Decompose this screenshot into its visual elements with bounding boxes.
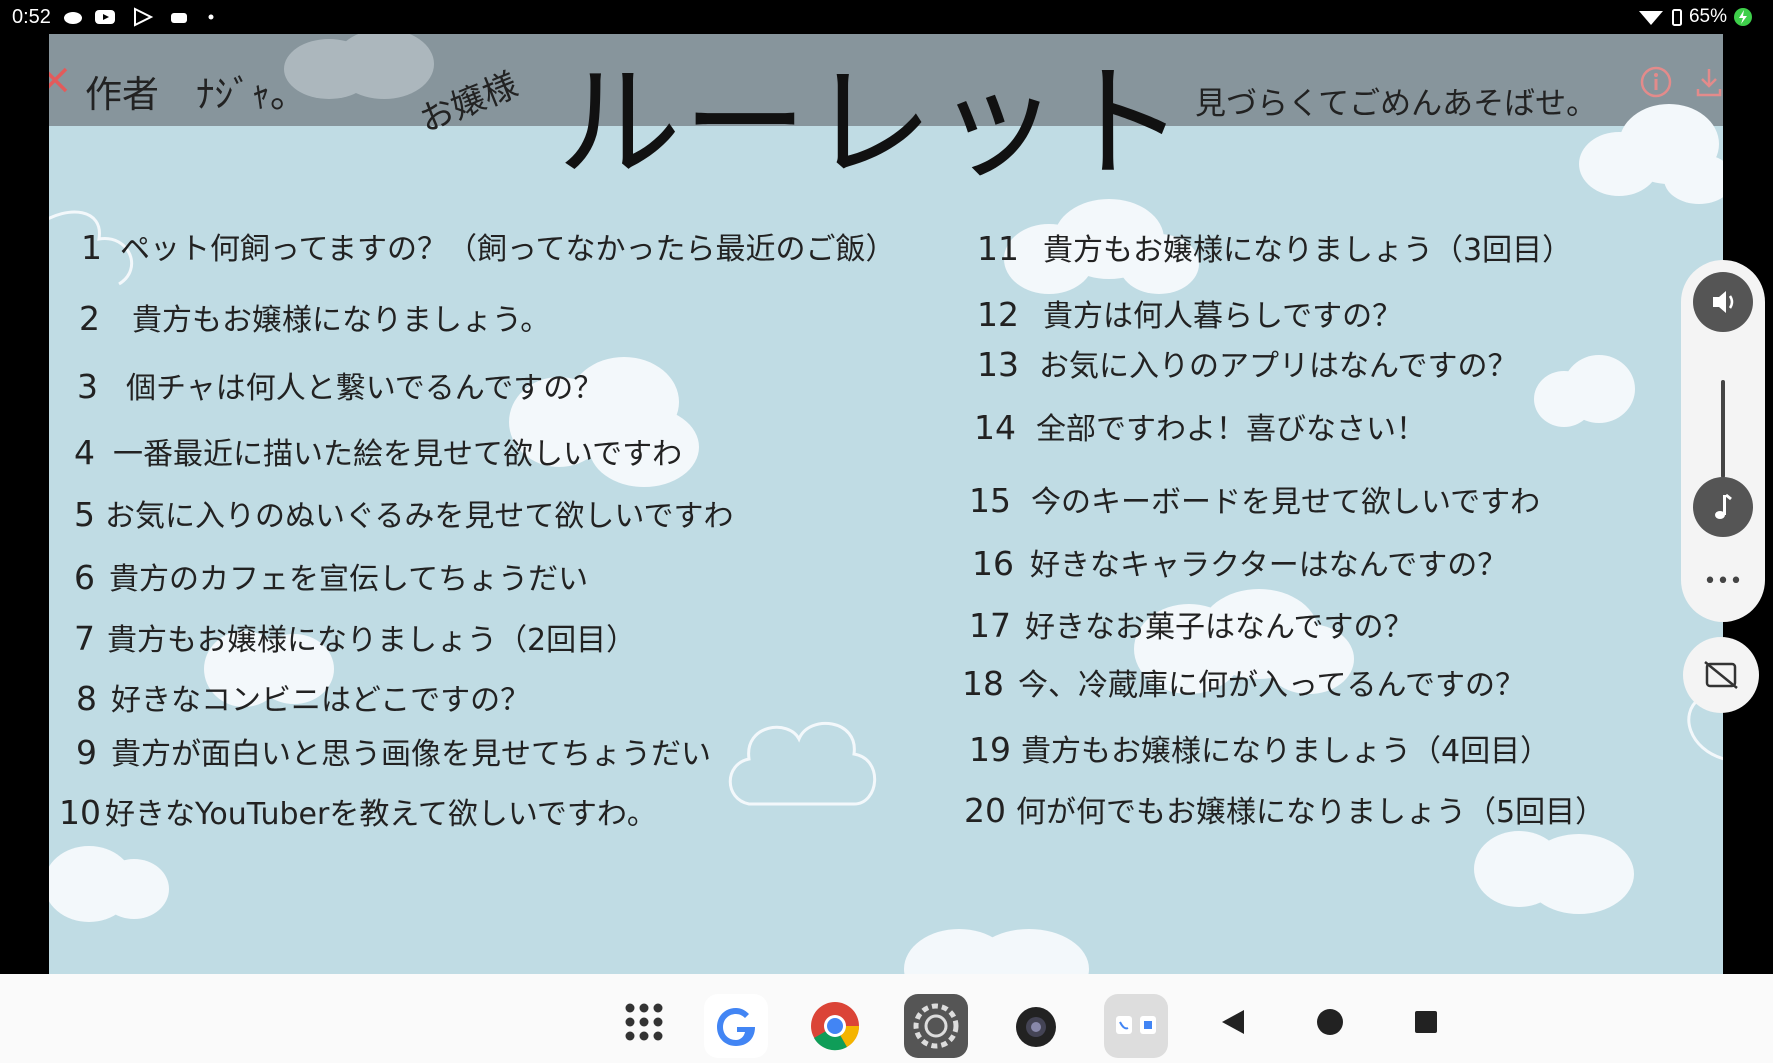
question-item: 5 お気に入りのぬいぐるみを見せて欲しいですわ xyxy=(74,495,734,534)
settings-app[interactable] xyxy=(904,994,968,1058)
close-button[interactable] xyxy=(49,64,73,100)
media-side-panel: ••• xyxy=(1681,260,1765,622)
home-icon[interactable] xyxy=(1316,1008,1344,1036)
question-item: 15 今のキーボードを見せて欲しいですわ xyxy=(969,481,1541,520)
dot-icon xyxy=(208,14,214,20)
charging-icon xyxy=(1734,8,1752,26)
cloud-decoration xyxy=(1474,831,1634,914)
play-store-icon xyxy=(134,7,154,27)
cloud-decoration xyxy=(904,929,1089,974)
cloud-decoration xyxy=(1534,355,1635,427)
settings-icon xyxy=(913,1003,959,1049)
youtube-icon xyxy=(95,10,115,24)
question-item: 6 貴方のカフェを宣伝してちょうだい xyxy=(74,558,589,597)
question-item: 9 貴方が面白いと思う画像を見せてちょうだい xyxy=(76,733,711,772)
question-item: 3 個チャは何人と繋いでるんですの？ xyxy=(77,367,604,406)
caption-off-icon xyxy=(1704,661,1738,689)
volume-icon xyxy=(1713,291,1734,313)
cloud-icon xyxy=(64,12,82,24)
caption-toggle-button[interactable] xyxy=(1683,637,1759,713)
cloud-decoration xyxy=(1579,104,1723,204)
camera-app[interactable] xyxy=(1004,994,1068,1058)
phone-app[interactable] xyxy=(1104,994,1168,1058)
question-item: 17 好きなお菓子はなんですの？ xyxy=(969,606,1414,645)
question-item: 2 貴方もお嬢様になりましょう。 xyxy=(79,299,551,338)
question-item: 10 好きなYouTuberを教えて欲しいですわ。 xyxy=(59,793,657,832)
roulette-image: 作者 ﾅｼﾞｬ。 お嬢様 ルーレット 見づらくてごめんあそばせ。 1 ペット何飼っ… xyxy=(49,34,1723,974)
question-item: 12 貴方は何人暮らしですの？ xyxy=(977,295,1403,334)
google-app[interactable] xyxy=(704,994,768,1058)
music-button[interactable] xyxy=(1693,477,1753,537)
chrome-app[interactable] xyxy=(803,994,867,1058)
phone-app-icon xyxy=(1116,1016,1156,1034)
wifi-icon xyxy=(1638,11,1663,25)
question-item: 16 好きなキャラクターはなんですの？ xyxy=(972,544,1508,583)
download-icon[interactable] xyxy=(1694,65,1723,99)
author-label: 作者 ﾅｼﾞｬ。 xyxy=(85,73,307,116)
music-note-icon xyxy=(1715,493,1732,519)
back-icon[interactable] xyxy=(1220,1008,1246,1036)
status-time: 0:52 xyxy=(12,6,51,28)
cloud-outline-decoration xyxy=(728,722,877,806)
cloud-decoration xyxy=(49,846,169,922)
question-item: 13 お気に入りのアプリはなんですの？ xyxy=(977,345,1518,384)
apps-grid-icon[interactable] xyxy=(624,1002,664,1042)
battery-level: 65% xyxy=(1688,6,1727,27)
question-item: 11 貴方もお嬢様になりましょう（3回目） xyxy=(977,229,1573,268)
question-item: 18 今、冷蔵庫に何が入ってるんですの？ xyxy=(962,664,1525,703)
status-bar: 0:52 65% xyxy=(0,0,1773,34)
question-item: 1 ペット何飼ってますの？（飼ってなかったら最近のご飯） xyxy=(81,228,896,267)
question-item: 8 好きなコンビニはどこですの？ xyxy=(76,679,531,718)
recents-icon[interactable] xyxy=(1414,1010,1438,1034)
question-item: 4 一番最近に描いた絵を見せて欲しいですわ xyxy=(74,433,683,472)
question-item: 20 何が何でもお嬢様になりましょう（5回目） xyxy=(964,791,1606,830)
note-label: 見づらくてごめんあそばせ。 xyxy=(1195,86,1598,122)
question-item: 14 全部ですわよ！喜びなさい！ xyxy=(974,408,1426,447)
battery-icon xyxy=(1671,9,1682,26)
question-item: 19 貴方もお嬢様になりましょう（4回目） xyxy=(969,730,1551,769)
volume-button[interactable] xyxy=(1693,272,1753,332)
navigation-bar xyxy=(0,974,1773,1063)
info-icon[interactable] xyxy=(1639,65,1673,99)
page-title: ルーレット xyxy=(557,52,1188,196)
chrome-icon xyxy=(811,1002,860,1051)
game-icon xyxy=(171,13,187,23)
volume-slider[interactable] xyxy=(1721,380,1725,478)
google-icon xyxy=(717,1008,755,1046)
close-icon xyxy=(49,67,68,93)
more-button[interactable]: ••• xyxy=(1703,571,1743,593)
question-item: 7 貴方もお嬢様になりましょう（2回目） xyxy=(74,619,637,658)
status-right: 65% xyxy=(1637,6,1753,28)
camera-icon xyxy=(1016,1007,1056,1047)
